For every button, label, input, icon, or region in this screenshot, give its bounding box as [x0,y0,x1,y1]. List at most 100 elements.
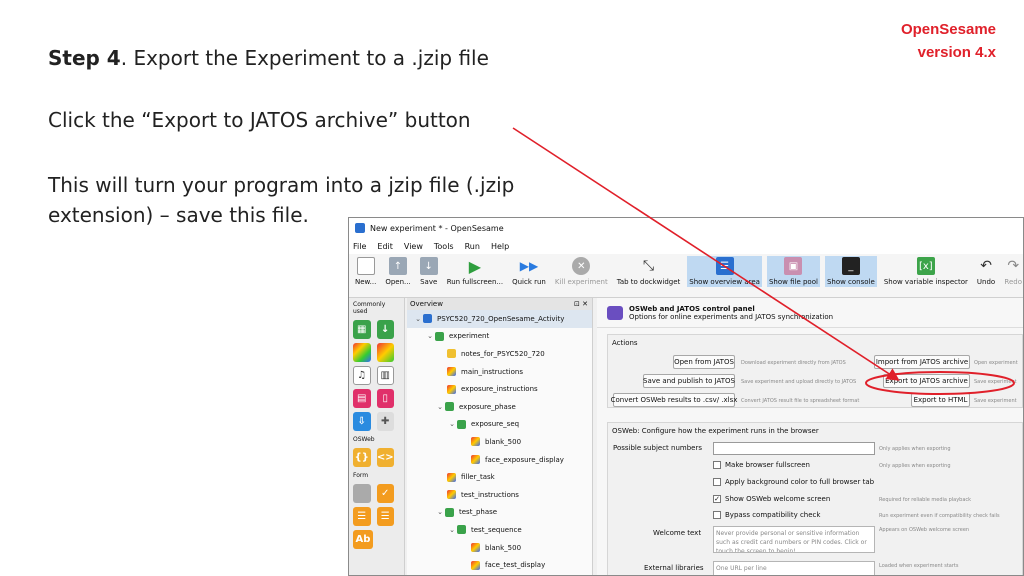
tree-item-main-instructions[interactable]: main_instructions [407,363,592,381]
show-file-pool-button[interactable]: ▣ Show file pool [766,256,820,287]
import-jatos-archive-button[interactable]: Import from JATOS archive [874,355,970,369]
fast-forward-icon: ▶▶ [519,259,539,273]
export-html-button[interactable]: Export to HTML [911,393,970,407]
external-libraries-area[interactable]: One URL per line [713,561,875,575]
subject-numbers-hint: Only applies when exporting [879,446,951,452]
checkbox-icon [713,511,721,519]
tree-item-test-phase[interactable]: ⌄ test_phase [407,504,592,522]
show-console-label: Show console [826,278,875,286]
chevron-down-icon[interactable]: ⌄ [425,332,435,340]
welcome-screen-checkbox[interactable]: ✓ Show OSWeb welcome screen [713,495,830,503]
chevron-down-icon[interactable]: ⌄ [435,508,445,516]
menu-edit[interactable]: Edit [377,242,393,251]
sequence-icon [457,419,466,429]
welcome-text-hint: Appears on OSWeb welcome screen [879,527,970,533]
menu-run[interactable]: Run [465,242,480,251]
menu-file[interactable]: File [353,242,366,251]
run-fullscreen-label: Run fullscreen... [446,278,504,286]
menu-help[interactable]: Help [491,242,509,251]
export-jatos-archive-button[interactable]: Export to JATOS archive [883,374,970,388]
external-libraries-label: External libraries [644,564,704,572]
sampler-item-icon[interactable]: ♫ [353,366,371,385]
show-overview-label: Show overview area [689,278,760,286]
save-button[interactable]: ↓ Save [418,256,440,287]
tree-item-blank-500-test[interactable]: blank_500 [407,539,592,557]
tree-item-face-exposure-display[interactable]: face_exposure_display [407,451,592,469]
synth-item-icon[interactable]: ▥ [376,366,394,385]
fullscreen-checkbox[interactable]: Make browser fullscreen [713,461,810,469]
inline-html-icon[interactable]: <> [376,448,394,467]
show-console-button[interactable]: _ Show console [824,256,877,287]
save-publish-jatos-button[interactable]: Save and publish to JATOS [643,374,735,388]
panel-subtitle: Options for online experiments and JATOS… [629,312,834,321]
sequence-icon [457,525,466,535]
overview-close-icon[interactable]: ⊡ ✕ [574,300,588,308]
redo-icon: ↷ [1007,258,1020,274]
brand-label: OpenSesame version 4.x [901,18,996,64]
mouse-item-icon[interactable]: ▯ [376,389,394,408]
show-variable-inspector-button[interactable]: [x] Show variable inspector [882,256,970,287]
menu-view[interactable]: View [404,242,423,251]
tree-item-filler-task[interactable]: filler_task [407,468,592,486]
welcome-text-area[interactable]: Never provide personal or sensitive info… [713,526,875,553]
open-from-jatos-hint: Download experiment directly from JATOS [741,360,846,366]
form-consent-icon[interactable]: ☰ [353,507,371,526]
stop-icon: ✕ [572,257,591,275]
inline-javascript-icon[interactable]: {} [353,448,371,467]
tree-item-root[interactable]: ⌄ PSYC520_720_OpenSesame_Activity [407,310,592,328]
chevron-down-icon[interactable]: ⌄ [447,526,457,534]
tree-item-exposure-phase[interactable]: ⌄ exposure_phase [407,398,592,416]
logger-item-icon[interactable]: ⇩ [353,412,371,431]
checked-icon: ✓ [713,495,721,503]
sketchpad-item-icon[interactable] [353,343,371,362]
menu-tools[interactable]: Tools [434,242,454,251]
sequence-item-icon[interactable]: ↓ [376,320,394,339]
form-base-icon[interactable] [353,484,371,503]
tree-item-test-instructions[interactable]: test_instructions [407,486,592,504]
osweb-icon [607,305,623,320]
inline-item-icon[interactable]: ✚ [376,412,394,431]
new-button[interactable]: New... [353,256,378,287]
tree-item-experiment[interactable]: ⌄ experiment [407,328,592,346]
bypass-label: Bypass compatibility check [725,511,821,519]
actions-label: Actions [612,339,638,347]
tree-item-notes[interactable]: notes_for_PSYC520_720 [407,345,592,363]
undo-button[interactable]: ↶ Undo [975,256,997,287]
instruction-text: Click the “Export to JATOS archive” butt… [48,108,471,132]
keyboard-item-icon[interactable]: ▤ [353,389,371,408]
save-icon: ↓ [419,257,438,275]
tab-to-dockwidget-button[interactable]: ⤡ Tab to dockwidget [615,256,683,287]
loop-item-icon[interactable]: ▦ [353,320,371,339]
tree-item-exposure-seq[interactable]: ⌄ exposure_seq [407,416,592,434]
sketchpad-icon [447,490,456,500]
form-text-input-icon[interactable]: Ab [353,530,373,549]
feedback-item-icon[interactable] [376,343,394,362]
chevron-down-icon[interactable]: ⌄ [413,315,423,323]
step-number: Step 4 [48,46,121,70]
menu-bar: File Edit View Tools Run Help [349,238,1023,254]
tree-item-face-test-display[interactable]: face_test_display [407,556,592,574]
kill-experiment-button[interactable]: ✕ Kill experiment [553,256,610,287]
redo-button[interactable]: ↷ Redo [1002,256,1023,287]
convert-hint: Convert JATOS result file to spreadsheet… [741,398,860,404]
open-button[interactable]: ↑ Open... [383,256,412,287]
bg-color-checkbox[interactable]: Apply background color to full browser t… [713,478,874,486]
form-text-display-icon[interactable]: ☰ [376,507,394,526]
show-overview-button[interactable]: ☰ Show overview area [687,256,762,287]
tree-item-exposure-instructions[interactable]: exposure_instructions [407,380,592,398]
undo-label: Undo [976,278,996,286]
chevron-down-icon[interactable]: ⌄ [435,403,445,411]
bypass-checkbox[interactable]: Bypass compatibility check [713,511,820,519]
chevron-down-icon[interactable]: ⌄ [447,420,457,428]
tree-label: blank_500 [485,543,522,552]
run-fullscreen-button[interactable]: ▶ Run fullscreen... [445,256,505,287]
quick-run-button[interactable]: ▶▶ Quick run [510,256,548,287]
tree-item-test-sequence[interactable]: ⌄ test_sequence [407,521,592,539]
convert-results-button[interactable]: Convert OSWeb results to .csv/ .xlsx [611,393,737,407]
tab-to-dockwidget-label: Tab to dockwidget [616,278,681,286]
form-multiple-choice-icon[interactable]: ✓ [376,484,394,503]
open-from-jatos-button[interactable]: Open from JATOS [673,355,735,369]
tree-item-blank-500[interactable]: blank_500 [407,433,592,451]
welcome-screen-label: Show OSWeb welcome screen [725,495,831,503]
subject-numbers-input[interactable] [713,442,875,455]
